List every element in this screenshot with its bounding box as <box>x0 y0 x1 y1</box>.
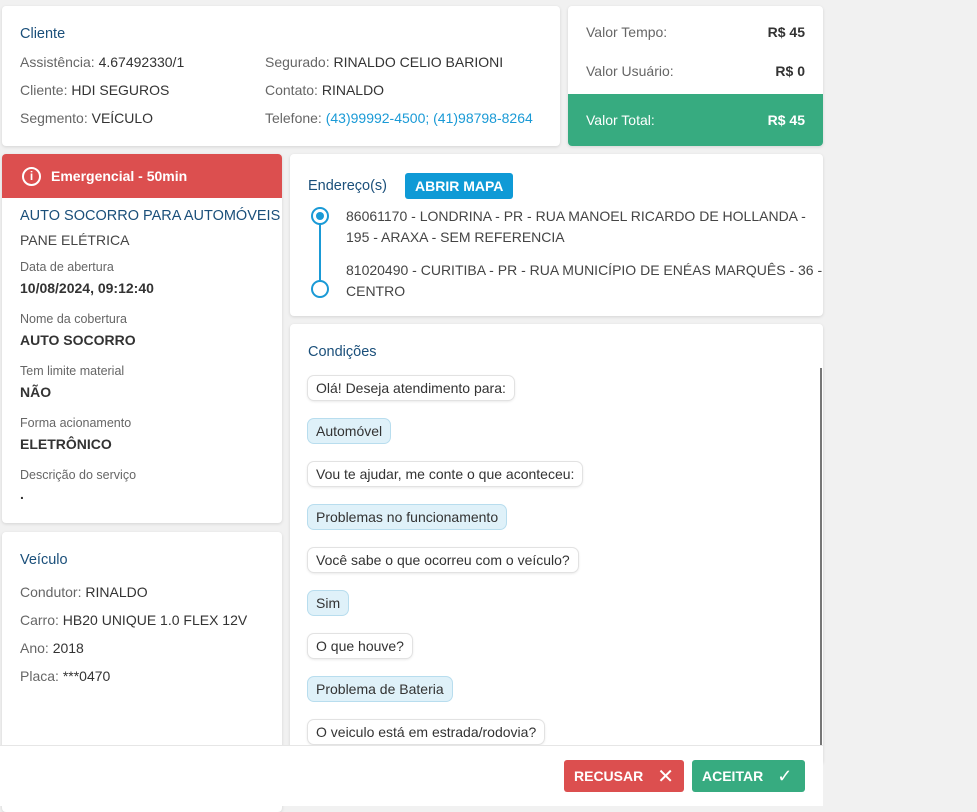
car-label: Carro: <box>20 612 59 628</box>
year-value: 2018 <box>52 640 84 656</box>
insured-value: RINALDO CELIO BARIONI <box>333 54 504 70</box>
service-card: i Emergencial - 50min AUTO SOCORRO PARA … <box>2 154 282 523</box>
client-card: Cliente Assistência: 4.67492330/1 Client… <box>2 6 560 146</box>
origin-marker-icon <box>311 207 329 225</box>
phone-label: Telefone: <box>265 110 322 126</box>
chat-answer: Automóvel <box>308 419 391 443</box>
assistance-label: Assistência: <box>20 54 95 70</box>
field-value: 10/08/2024, 09:12:40 <box>20 280 154 296</box>
close-icon: ✕ <box>657 765 674 788</box>
time-value-label: Valor Tempo: <box>586 24 668 40</box>
total-value: R$ 45 <box>767 112 805 128</box>
driver-label: Condutor: <box>20 584 82 600</box>
segment-label: Segmento: <box>20 110 88 126</box>
field-value: ELETRÔNICO <box>20 436 112 452</box>
field-value: NÃO <box>20 384 52 400</box>
chat-question: O que houve? <box>308 634 412 658</box>
address-origin: 86061170 - LONDRINA - PR - RUA MANOEL RI… <box>346 208 806 245</box>
client-label: Cliente: <box>20 82 68 98</box>
emergency-alert: i Emergencial - 50min <box>2 154 282 198</box>
field-value: AUTO SOCORRO <box>20 332 136 348</box>
chat-question: O veiculo está em estrada/rodovia? <box>308 720 545 744</box>
chat-question: Olá! Deseja atendimento para: <box>308 376 514 400</box>
address-card: Endereço(s) ABRIR MAPA 86061170 - LONDRI… <box>290 154 823 316</box>
conditions-title: Condições <box>308 344 377 360</box>
plate-label: Placa: <box>20 668 59 684</box>
address-destination: 81020490 - CURITIBA - PR - RUA MUNICÍPIO… <box>346 262 823 299</box>
chat-answer: Problema de Bateria <box>308 677 452 701</box>
assistance-value: 4.67492330/1 <box>98 54 185 70</box>
field-label: Nome da cobertura <box>20 312 128 326</box>
user-value-label: Valor Usuário: <box>586 63 674 79</box>
contact-label: Contato: <box>265 82 318 98</box>
field-label: Forma acionamento <box>20 416 132 430</box>
total-bar: Valor Total: R$ 45 <box>568 94 823 146</box>
contact-value: RINALDO <box>321 82 385 98</box>
client-value: HDI SEGUROS <box>71 82 170 98</box>
scrollbar[interactable] <box>820 368 822 748</box>
field-label: Descrição do serviço <box>20 468 137 482</box>
info-icon: i <box>22 166 41 186</box>
destination-marker-icon <box>311 280 329 298</box>
chat-question: Vou te ajudar, me conte o que aconteceu: <box>308 462 583 486</box>
chat-answer: Sim <box>308 591 349 615</box>
conditions-card: Condições Olá! Deseja atendimento para: … <box>290 324 823 764</box>
car-value: HB20 UNIQUE 1.0 FLEX 12V <box>62 612 248 628</box>
segment-value: VEÍCULO <box>91 110 154 126</box>
address-title: Endereço(s) <box>308 178 387 194</box>
time-value: R$ 45 <box>767 24 805 40</box>
field-label: Data de abertura <box>20 260 114 274</box>
chat-question: Você sabe o que ocorreu com o veículo? <box>308 548 578 572</box>
field-value: . <box>20 486 24 502</box>
plate-value: ***0470 <box>62 668 111 684</box>
check-icon: ✓ <box>777 765 793 786</box>
driver-value: RINALDO <box>85 584 148 600</box>
values-card: Valor Tempo: R$ 45 Valor Usuário: R$ 0 V… <box>568 6 823 146</box>
emergency-text: Emergencial - 50min <box>51 168 188 184</box>
service-problem: PANE ELÉTRICA <box>20 232 130 248</box>
action-bar: RECUSAR ✕ ACEITAR ✓ <box>0 745 823 806</box>
field-label: Tem limite material <box>20 364 125 378</box>
phone-link[interactable]: (43)99992-4500; (41)98798-8264 <box>326 110 533 126</box>
total-label: Valor Total: <box>586 112 655 128</box>
year-label: Ano: <box>20 640 49 656</box>
refuse-button[interactable]: RECUSAR ✕ <box>564 760 684 792</box>
accept-button[interactable]: ACEITAR ✓ <box>692 760 805 792</box>
insured-label: Segurado: <box>265 54 330 70</box>
service-name: AUTO SOCORRO PARA AUTOMÓVEIS <box>20 208 281 224</box>
open-map-button[interactable]: ABRIR MAPA <box>405 173 514 199</box>
user-value: R$ 0 <box>775 63 805 79</box>
vehicle-title: Veículo <box>20 552 68 568</box>
client-title: Cliente <box>20 26 66 42</box>
route-line <box>319 222 321 286</box>
chat-answer: Problemas no funcionamento <box>308 505 507 529</box>
